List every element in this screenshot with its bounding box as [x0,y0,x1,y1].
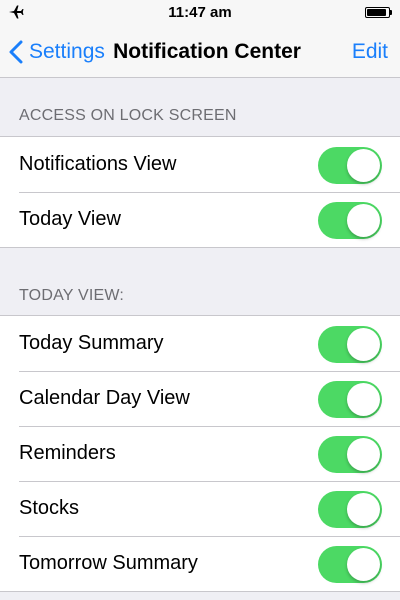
status-time: 11:47 am [168,4,232,21]
today-view-group: Today Summary Calendar Day View Reminder… [0,315,400,592]
row-label: Today Summary [19,332,164,354]
row-label: Notifications View [19,153,177,175]
toggle-knob [347,149,380,182]
calendar-day-view-toggle[interactable] [318,381,382,418]
edit-button[interactable]: Edit [352,26,388,78]
toggle-knob [347,438,380,471]
row-label: Today View [19,208,121,230]
toggle-knob [347,548,380,581]
stocks-toggle[interactable] [318,491,382,528]
section-header-today-view: TODAY VIEW: [19,287,125,304]
navigation-bar: Settings Notification Center Edit [0,26,400,78]
tomorrow-summary-toggle[interactable] [318,546,382,583]
list-item: Calendar Day View [0,371,400,426]
back-button[interactable]: Settings [8,26,105,78]
chevron-left-icon [9,40,23,64]
battery-icon [365,7,392,18]
notifications-view-toggle[interactable] [318,147,382,184]
row-label: Reminders [19,442,116,464]
row-label: Tomorrow Summary [19,552,198,574]
list-item: Today View [0,192,400,247]
list-item: Tomorrow Summary [0,536,400,591]
list-item: Today Summary [0,316,400,371]
reminders-toggle[interactable] [318,436,382,473]
toggle-knob [347,328,380,361]
today-view-toggle[interactable] [318,202,382,239]
row-label: Stocks [19,497,80,519]
list-item: Reminders [0,426,400,481]
section-header-lock-screen: ACCESS ON LOCK SCREEN [19,107,237,124]
back-button-label: Settings [29,40,105,63]
row-label: Calendar Day View [19,387,190,409]
toggle-knob [347,493,380,526]
list-item: Notifications View [0,137,400,192]
toggle-knob [347,383,380,416]
lock-screen-group: Notifications View Today View [0,136,400,248]
today-summary-toggle[interactable] [318,326,382,363]
status-bar: 11:47 am [0,0,400,26]
list-item: Stocks [0,481,400,536]
toggle-knob [347,204,380,237]
